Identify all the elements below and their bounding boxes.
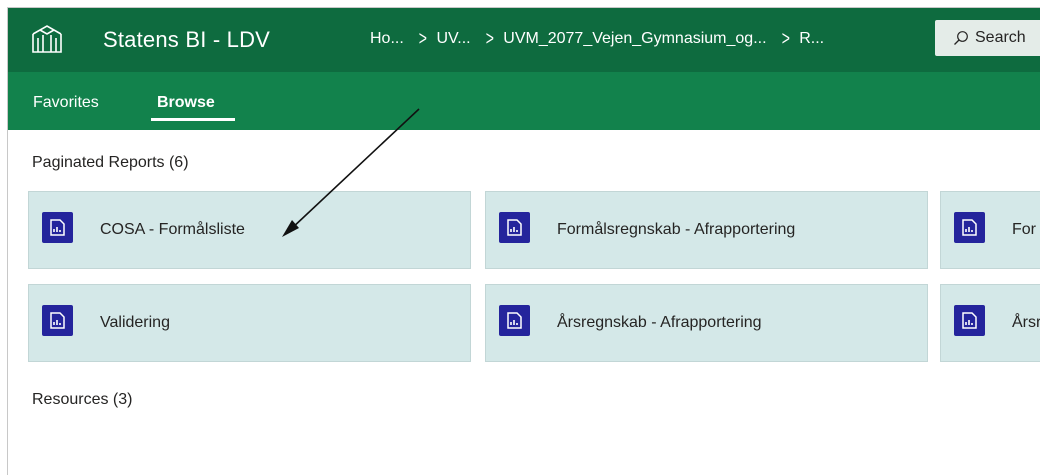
section-title-resources: Resources (3) <box>32 391 133 408</box>
browser-viewport: Statens BI - LDV Ho... > UV... > UVM_207… <box>7 7 1040 475</box>
paginated-report-icon <box>499 305 530 336</box>
breadcrumb-item-uv[interactable]: UV... <box>436 30 470 48</box>
paginated-report-icon <box>42 212 73 243</box>
report-card-label: Årsregnskab - Afrapportering <box>557 314 762 331</box>
report-card[interactable]: Formålsregnskab - Afrapportering <box>485 191 928 269</box>
paginated-report-icon <box>499 212 530 243</box>
app-title[interactable]: Statens BI - LDV <box>103 27 270 53</box>
report-card[interactable]: Årsregnskab - Afrapportering <box>485 284 928 362</box>
top-header: Statens BI - LDV Ho... > UV... > UVM_207… <box>8 8 1040 72</box>
report-card[interactable]: COSA - Formålsliste <box>28 191 471 269</box>
paginated-report-icon <box>42 305 73 336</box>
section-title-paginated-reports: Paginated Reports (6) <box>32 154 189 171</box>
search-button[interactable]: Search <box>935 20 1040 56</box>
report-card-label: COSA - Formålsliste <box>100 221 245 238</box>
breadcrumb: Ho... > UV... > UVM_2077_Vejen_Gymnasium… <box>370 28 824 50</box>
app-logo-icon <box>32 25 62 53</box>
nav-bar: Favorites Browse <box>8 72 1040 130</box>
active-tab-indicator <box>151 118 235 121</box>
chevron-right-icon: > <box>418 28 427 50</box>
report-card-label: Formålsregnskab - Afrapportering <box>557 221 796 238</box>
breadcrumb-item-home[interactable]: Ho... <box>370 30 404 48</box>
search-icon <box>954 31 968 45</box>
paginated-report-icon <box>954 212 985 243</box>
tab-favorites[interactable]: Favorites <box>33 94 99 112</box>
report-card-label: For <box>1012 221 1036 238</box>
tab-browse[interactable]: Browse <box>157 94 215 112</box>
search-label: Search <box>975 29 1026 46</box>
report-card[interactable]: Validering <box>28 284 471 362</box>
breadcrumb-item-folder[interactable]: UVM_2077_Vejen_Gymnasium_og... <box>503 30 766 48</box>
paginated-report-icon <box>954 305 985 336</box>
report-card-label: Årsr <box>1012 314 1040 331</box>
report-card[interactable]: For <box>940 191 1040 269</box>
report-card[interactable]: Årsr <box>940 284 1040 362</box>
report-card-label: Validering <box>100 314 170 331</box>
breadcrumb-item-current[interactable]: R... <box>799 30 824 48</box>
chevron-right-icon: > <box>781 28 790 50</box>
chevron-right-icon: > <box>485 28 494 50</box>
